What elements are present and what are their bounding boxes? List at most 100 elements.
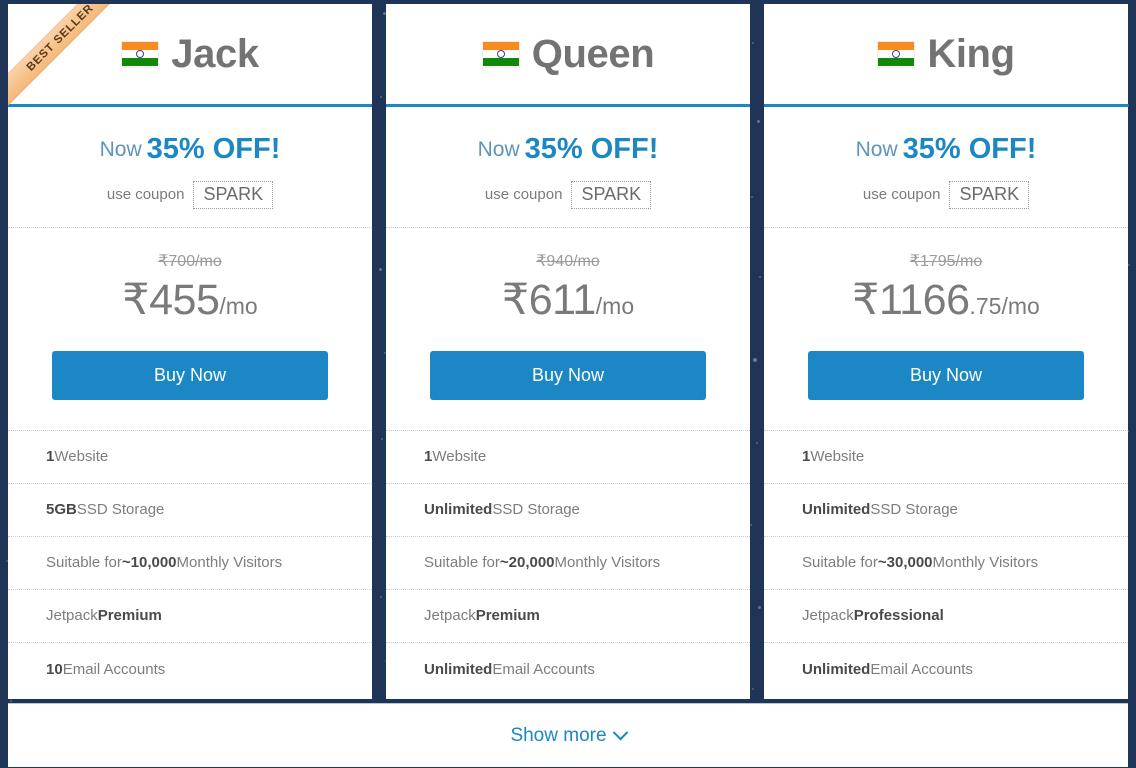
feature-row: 10 Email Accounts	[8, 643, 372, 696]
buy-button-wrap: Buy Now	[8, 322, 372, 400]
feature-rest: Monthly Visitors	[932, 554, 1039, 572]
feature-row: Suitable for ~10,000 Monthly Visitors	[8, 537, 372, 590]
discount-percent: 35% OFF!	[146, 133, 281, 165]
discount-now-label: Now	[855, 138, 898, 161]
buy-button-wrap: Buy Now	[386, 322, 750, 400]
feature-row: Unlimited Email Accounts	[386, 643, 750, 696]
promo-block: Now 35% OFF! use coupon SPARK	[764, 107, 1128, 228]
feature-rest: Email Accounts	[492, 660, 595, 678]
price-current: ₹455/mo	[18, 275, 362, 324]
price-current: ₹1166.75/mo	[774, 275, 1118, 324]
feature-row: 1 Website	[8, 431, 372, 484]
coupon-line: use coupon SPARK	[396, 181, 740, 209]
feature-row: Suitable for ~20,000 Monthly Visitors	[386, 537, 750, 590]
price-original: ₹700/mo	[158, 252, 222, 270]
feature-rest: Monthly Visitors	[176, 554, 283, 572]
feature-highlight: 1	[46, 448, 55, 466]
feature-rest: SSD Storage	[492, 501, 580, 519]
feature-row: Unlimited SSD Storage	[764, 484, 1128, 537]
coupon-code[interactable]: SPARK	[949, 181, 1030, 209]
india-flag-icon	[481, 40, 520, 68]
coupon-label: use coupon	[484, 186, 563, 204]
price-block: ₹940/mo ₹611/mo	[386, 228, 750, 322]
feature-highlight: Premium	[97, 607, 162, 625]
feature-list: 1 Website Unlimited SSD Storage Suitable f…	[764, 429, 1128, 696]
feature-lead: Jetpack	[802, 607, 854, 625]
plan-name: Jack	[171, 32, 259, 76]
feature-rest: Website	[54, 448, 109, 466]
price-period: /mo	[219, 292, 258, 319]
feature-lead: Suitable for	[46, 554, 122, 572]
feature-rest: Email Accounts	[870, 660, 973, 678]
feature-highlight: 1	[802, 448, 811, 466]
feature-row: Jetpack Professional	[764, 590, 1128, 643]
discount-line: Now 35% OFF!	[774, 135, 1118, 164]
plan-card-jack: BEST SELLER Jack Now 35% OFF! use coupon SPAR…	[8, 4, 372, 699]
feature-highlight: Professional	[853, 607, 944, 625]
feature-row: Suitable for ~30,000 Monthly Visitors	[764, 537, 1128, 590]
plan-header: King	[764, 4, 1128, 107]
feature-highlight: 1	[424, 448, 433, 466]
chevron-down-icon	[612, 724, 628, 741]
price-amount: ₹1166	[852, 275, 970, 324]
india-flag-icon	[877, 40, 916, 68]
buy-now-button[interactable]: Buy Now	[430, 350, 706, 400]
price-original: ₹940/mo	[536, 252, 600, 270]
plan-name: Queen	[531, 32, 655, 76]
feature-rest: Email Accounts	[62, 660, 166, 678]
plan-name: King	[927, 32, 1015, 76]
promo-block: Now 35% OFF! use coupon SPARK	[8, 107, 372, 228]
coupon-code[interactable]: SPARK	[193, 181, 274, 209]
feature-highlight: ~10,000	[121, 554, 177, 572]
buy-now-button[interactable]: Buy Now	[808, 350, 1084, 400]
feature-list: 1 Website Unlimited SSD Storage Suitable f…	[386, 429, 750, 696]
coupon-code[interactable]: SPARK	[571, 181, 652, 209]
feature-rest: SSD Storage	[870, 501, 958, 519]
feature-row: 1 Website	[764, 431, 1128, 484]
feature-row: Jetpack Premium	[386, 590, 750, 643]
price-amount: ₹455	[122, 275, 220, 324]
feature-highlight: ~20,000	[499, 554, 555, 572]
discount-line: Now 35% OFF!	[18, 135, 362, 164]
feature-row: Unlimited Email Accounts	[764, 643, 1128, 696]
discount-line: Now 35% OFF!	[396, 135, 740, 164]
feature-highlight: Unlimited	[424, 501, 493, 519]
price-period: /mo	[1001, 292, 1040, 319]
feature-rest: Website	[810, 448, 865, 466]
show-more-label: Show more	[510, 725, 607, 746]
plan-card-queen: Queen Now 35% OFF! use coupon SPARK ₹940/mo ₹6…	[386, 4, 750, 699]
feature-highlight: Unlimited	[424, 660, 493, 678]
feature-rest: SSD Storage	[76, 501, 165, 519]
feature-rest: Monthly Visitors	[554, 554, 661, 572]
coupon-line: use coupon SPARK	[774, 181, 1118, 209]
price-period: /mo	[595, 292, 635, 319]
feature-row: 5GB SSD Storage	[8, 484, 372, 537]
feature-highlight: Unlimited	[802, 660, 871, 678]
discount-percent: 35% OFF!	[524, 133, 659, 165]
pricing-footer: Show more	[8, 703, 1128, 767]
buy-now-button[interactable]: Buy Now	[52, 350, 328, 400]
feature-lead: Jetpack	[424, 607, 476, 625]
feature-row: Jetpack Premium	[8, 590, 372, 643]
feature-rest: Website	[432, 448, 487, 466]
feature-highlight: Premium	[475, 607, 540, 625]
india-flag-icon	[121, 40, 160, 68]
feature-row: Unlimited SSD Storage	[386, 484, 750, 537]
feature-lead: Suitable for	[802, 554, 878, 572]
show-more-button[interactable]: Show more	[510, 724, 628, 746]
discount-now-label: Now	[99, 138, 142, 161]
feature-row: 1 Website	[386, 431, 750, 484]
coupon-line: use coupon SPARK	[18, 181, 362, 209]
price-decimal: .75	[969, 292, 1002, 319]
feature-list: 1 Website 5GB SSD Storage Suitable for ~10…	[8, 429, 372, 696]
price-current: ₹611/mo	[396, 275, 740, 324]
plan-header: Queen	[386, 4, 750, 107]
price-amount: ₹611	[501, 275, 596, 324]
feature-highlight: ~30,000	[877, 554, 933, 572]
feature-highlight: 5GB	[46, 501, 77, 519]
pricing-table: BEST SELLER Jack Now 35% OFF! use coupon SPAR…	[0, 0, 1136, 768]
buy-button-wrap: Buy Now	[764, 322, 1128, 400]
discount-now-label: Now	[477, 138, 520, 161]
price-original: ₹1795/mo	[909, 252, 983, 270]
price-block: ₹700/mo ₹455/mo	[8, 228, 372, 322]
